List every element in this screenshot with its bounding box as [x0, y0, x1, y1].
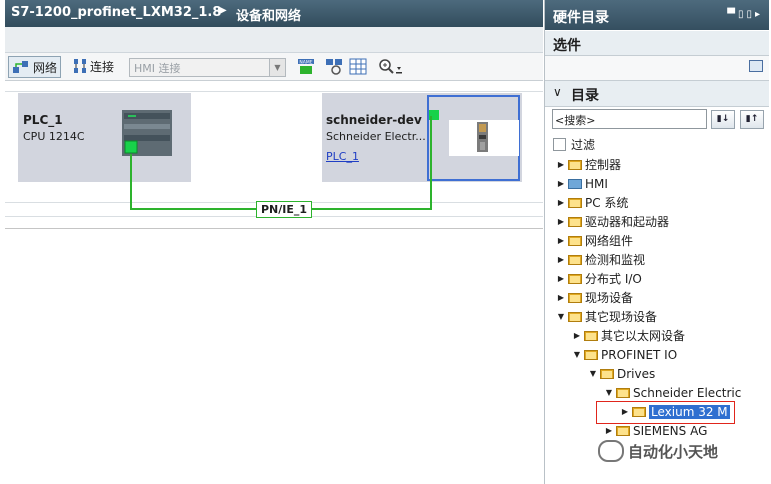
- tree-item-drives[interactable]: ▼ Drives: [587, 364, 655, 383]
- editor-title-bar: S7-1200_profinet_LXM32_1.8 ▶ 设备和网络: [5, 0, 543, 27]
- tree-item-siemens-ag[interactable]: ▶ SIEMENS AG: [603, 421, 707, 440]
- folder-icon: [616, 387, 630, 398]
- catalog-section[interactable]: ∨ 目录: [545, 81, 769, 107]
- tree-item-profinet-io[interactable]: ▼ PROFINET IO: [571, 345, 677, 364]
- options-section[interactable]: 选件: [545, 31, 769, 56]
- tree-item-label: 分布式 I/O: [585, 272, 642, 286]
- hmi-folder-icon: [568, 178, 582, 189]
- expand-arrow-icon[interactable]: ▶: [555, 236, 567, 245]
- folder-icon: [616, 425, 630, 436]
- table-icon[interactable]: [349, 58, 367, 75]
- zoom-icon[interactable]: [378, 58, 404, 75]
- connect-icon: [74, 59, 86, 73]
- folder-icon: [568, 197, 582, 208]
- catalog-search-value: <搜索>: [555, 114, 596, 127]
- show-address-icon[interactable]: [325, 58, 343, 75]
- tree-item-label: PC 系统: [585, 196, 629, 210]
- tree-item-other-field-devices[interactable]: ▼ 其它现场设备: [555, 307, 657, 326]
- page-title: 设备和网络: [236, 9, 302, 24]
- catalog-panel-title: 硬件目录: [553, 10, 609, 26]
- tree-item-schneider-electric[interactable]: ▼ Schneider Electric: [603, 383, 741, 402]
- network-toolbar: 网络 连接 HMI 连接 ▼ NAME: [5, 53, 543, 81]
- folder-icon: [568, 311, 582, 322]
- collapse-arrow-icon[interactable]: ▼: [555, 312, 567, 321]
- folder-icon: [568, 216, 582, 227]
- tree-item-label: 检测和监视: [585, 253, 646, 267]
- tree-item-label: Schneider Electric: [633, 385, 742, 400]
- expand-arrow-icon[interactable]: ▶: [555, 293, 567, 302]
- expand-arrow-icon[interactable]: ▶: [555, 255, 567, 264]
- search-down-button[interactable]: ▮↓: [711, 110, 735, 129]
- tree-item-label: PROFINET IO: [601, 347, 678, 362]
- tree-item-label: 现场设备: [585, 291, 634, 305]
- folder-icon: [568, 159, 582, 170]
- options-window-icon[interactable]: [749, 60, 763, 72]
- search-up-button[interactable]: ▮↑: [740, 110, 764, 129]
- expand-arrow-icon[interactable]: ▶: [555, 274, 567, 283]
- collapse-arrow-icon[interactable]: ▼: [603, 388, 615, 397]
- svg-text:NAME: NAME: [299, 60, 312, 66]
- tree-item-label: Drives: [617, 366, 656, 381]
- tree-item-detection-monitoring[interactable]: ▶ 检测和监视: [555, 250, 645, 269]
- options-title: 选件: [553, 38, 581, 54]
- watermark-text: 自动化小天地: [628, 442, 719, 461]
- collapse-arrow-icon[interactable]: ▼: [571, 350, 583, 359]
- connection-type-value: HMI 连接: [134, 62, 181, 75]
- collapse-arrow-icon[interactable]: ▼: [587, 369, 599, 378]
- chevron-down-icon[interactable]: ∨: [553, 85, 562, 99]
- tree-item-network-components[interactable]: ▶ 网络组件: [555, 231, 633, 250]
- catalog-header: 硬件目录 ▀▯▯▸: [545, 0, 769, 30]
- tree-item-label: 控制器: [585, 158, 622, 172]
- tree-item-label: 其它以太网设备: [601, 329, 686, 343]
- tree-item-controllers[interactable]: ▶ 控制器: [555, 155, 621, 174]
- filter-checkbox[interactable]: [553, 138, 566, 151]
- tree-item-label: 其它现场设备: [585, 310, 658, 324]
- options-area: [545, 56, 769, 81]
- catalog-title: 目录: [571, 88, 599, 104]
- tree-item-label: HMI: [585, 176, 608, 191]
- network-icon: [13, 61, 28, 73]
- triangle-right-icon: ▶: [219, 5, 227, 16]
- folder-icon: [584, 349, 598, 360]
- expand-arrow-icon[interactable]: ▶: [555, 179, 567, 188]
- expand-arrow-icon[interactable]: ▶: [555, 160, 567, 169]
- network-label-pnie[interactable]: PN/IE_1: [256, 201, 313, 218]
- folder-icon: [600, 368, 614, 379]
- connect-button[interactable]: 连接: [73, 56, 114, 76]
- name-icon[interactable]: NAME: [297, 58, 315, 75]
- tree-item-pc-systems[interactable]: ▶ PC 系统: [555, 193, 629, 212]
- folder-icon: [568, 273, 582, 284]
- watermark: 自动化小天地: [598, 440, 718, 462]
- breadcrumb-project[interactable]: S7-1200_profinet_LXM32_1.8: [11, 5, 221, 20]
- tree-item-label: 驱动器和起动器: [585, 215, 670, 229]
- tree-item-distributed-io[interactable]: ▶ 分布式 I/O: [555, 269, 642, 288]
- folder-icon: [568, 292, 582, 303]
- tree-item-hmi[interactable]: ▶ HMI: [555, 174, 608, 193]
- folder-icon: [568, 254, 582, 265]
- folder-icon: [584, 330, 598, 341]
- tree-item-label: 网络组件: [585, 234, 634, 248]
- hardware-catalog-panel: 硬件目录 ▀▯▯▸ 选件 ∨ 目录 <搜索> ▮↓ ▮↑ 过滤 ▶ 控制器 ▶ …: [544, 0, 771, 484]
- chevron-down-icon[interactable]: ▼: [269, 59, 285, 76]
- tree-item-drives-starters[interactable]: ▶ 驱动器和起动器: [555, 212, 669, 231]
- connect-label: 连接: [90, 59, 115, 74]
- wechat-logo-icon: [598, 440, 624, 462]
- network-view-button[interactable]: 网络: [8, 56, 62, 78]
- expand-arrow-icon[interactable]: ▶: [571, 331, 583, 340]
- tree-item-field-devices[interactable]: ▶ 现场设备: [555, 288, 633, 307]
- connection-type-select[interactable]: HMI 连接 ▼: [129, 58, 286, 77]
- expand-arrow-icon[interactable]: ▶: [603, 426, 615, 435]
- tree-item-other-ethernet-devices[interactable]: ▶ 其它以太网设备: [571, 326, 685, 345]
- view-tabs-band: [5, 27, 543, 53]
- network-label: 网络: [33, 60, 58, 75]
- filter-option[interactable]: 过滤: [553, 136, 595, 153]
- tree-item-label: SIEMENS AG: [633, 423, 708, 438]
- expand-arrow-icon[interactable]: ▶: [555, 198, 567, 207]
- filter-label: 过滤: [571, 138, 596, 152]
- expand-arrow-icon[interactable]: ▶: [555, 217, 567, 226]
- catalog-search-input[interactable]: <搜索>: [552, 109, 707, 129]
- panel-window-controls-icon[interactable]: ▀▯▯▸: [727, 9, 763, 20]
- network-canvas[interactable]: PLC_1 CPU 1214C schneider-dev Schneider …: [5, 81, 543, 229]
- folder-icon: [568, 235, 582, 246]
